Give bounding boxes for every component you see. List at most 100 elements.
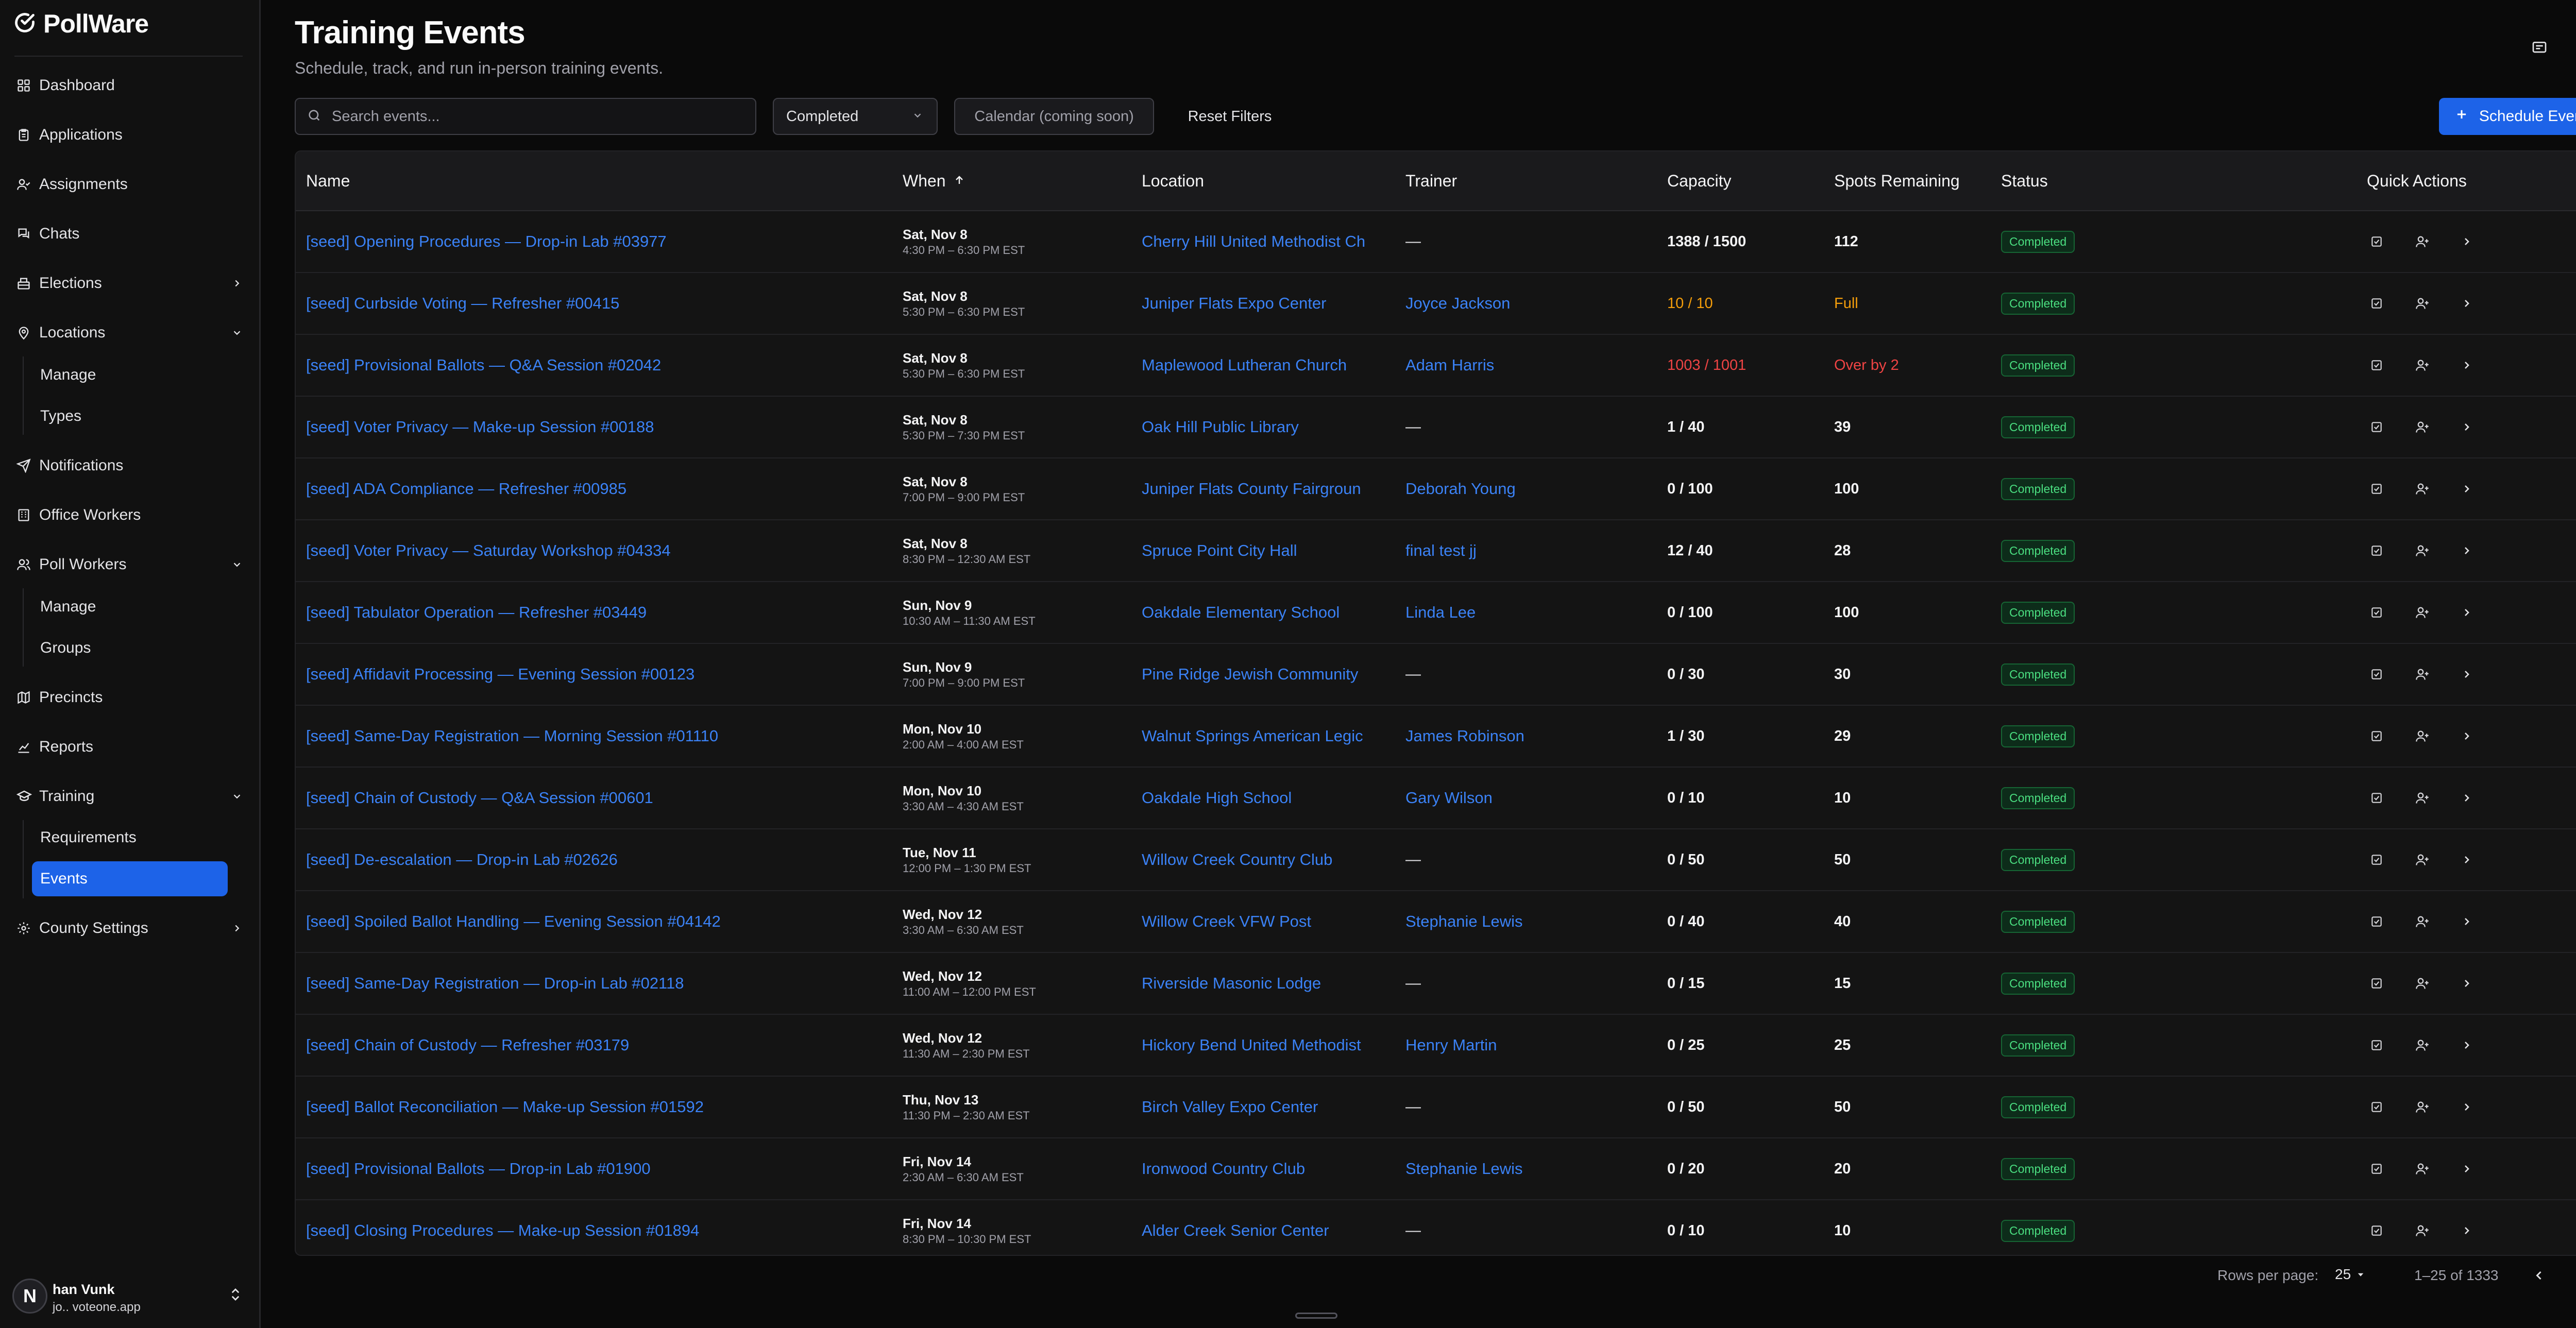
column-header-spots-remaining[interactable]: Spots Remaining (1834, 151, 1960, 210)
chevron-right-icon[interactable] (2461, 730, 2506, 742)
column-header-trainer[interactable]: Trainer (1405, 151, 1457, 210)
event-name-link[interactable]: [seed] Closing Procedures — Make-up Sess… (306, 1221, 883, 1240)
sidebar-item-chats[interactable]: Chats (10, 216, 247, 251)
location-link[interactable]: Alder Creek Senior Center (1142, 1221, 1384, 1240)
location-link[interactable]: Oak Hill Public Library (1142, 418, 1384, 436)
trainer-link[interactable]: Stephanie Lewis (1405, 1160, 1648, 1178)
event-name-link[interactable]: [seed] Chain of Custody — Q&A Session #0… (306, 789, 883, 807)
mark-attendance-icon[interactable] (2370, 853, 2415, 866)
location-link[interactable]: Walnut Springs American Legic (1142, 727, 1384, 745)
mark-attendance-icon[interactable] (2370, 729, 2415, 743)
chevron-right-icon[interactable] (2461, 792, 2506, 804)
mark-attendance-icon[interactable] (2370, 544, 2415, 557)
chevron-right-icon[interactable] (2461, 235, 2506, 248)
add-attendee-icon[interactable] (2415, 420, 2461, 434)
moon-icon[interactable] (2572, 35, 2576, 61)
sidebar-item-training[interactable]: Training (10, 779, 247, 814)
mark-attendance-icon[interactable] (2370, 977, 2415, 990)
table-row[interactable]: [seed] Curbside Voting — Refresher #0041… (296, 273, 2576, 335)
table-row[interactable]: [seed] Provisional Ballots — Drop-in Lab… (296, 1138, 2576, 1200)
add-attendee-icon[interactable] (2415, 1038, 2461, 1052)
table-row[interactable]: [seed] ADA Compliance — Refresher #00985… (296, 458, 2576, 520)
mark-attendance-icon[interactable] (2370, 420, 2415, 434)
event-name-link[interactable]: [seed] Voter Privacy — Saturday Workshop… (306, 541, 883, 560)
sidebar-item-locations[interactable]: Locations (10, 315, 247, 350)
chevron-right-icon[interactable] (2461, 1101, 2506, 1113)
location-link[interactable]: Cherry Hill United Methodist Ch (1142, 232, 1384, 251)
table-row[interactable]: [seed] Chain of Custody — Q&A Session #0… (296, 768, 2576, 829)
table-row[interactable]: [seed] Chain of Custody — Refresher #031… (296, 1015, 2576, 1077)
column-header-location[interactable]: Location (1142, 151, 1204, 210)
sidebar-item-county-settings[interactable]: County Settings (10, 911, 247, 946)
sidebar-item-office-workers[interactable]: Office Workers (10, 498, 247, 533)
event-name-link[interactable]: [seed] Affidavit Processing — Evening Se… (306, 665, 883, 684)
event-name-link[interactable]: [seed] Provisional Ballots — Drop-in Lab… (306, 1160, 883, 1178)
trainer-link[interactable]: Linda Lee (1405, 603, 1648, 622)
location-link[interactable]: Hickory Bend United Methodist (1142, 1036, 1384, 1054)
chevron-right-icon[interactable] (2461, 1163, 2506, 1175)
add-attendee-icon[interactable] (2415, 914, 2461, 929)
sidebar-item-reports[interactable]: Reports (10, 729, 247, 764)
event-name-link[interactable]: [seed] De-escalation — Drop-in Lab #0262… (306, 850, 883, 869)
next-page-button[interactable] (2567, 1263, 2576, 1290)
sidebar-subitem-locations-manage[interactable]: Manage (32, 357, 228, 393)
mark-attendance-icon[interactable] (2370, 1100, 2415, 1114)
add-attendee-icon[interactable] (2415, 543, 2461, 558)
event-name-link[interactable]: [seed] Same-Day Registration — Morning S… (306, 727, 883, 745)
event-name-link[interactable]: [seed] Opening Procedures — Drop-in Lab … (306, 232, 883, 251)
event-name-link[interactable]: [seed] Same-Day Registration — Drop-in L… (306, 974, 883, 993)
event-name-link[interactable]: [seed] Curbside Voting — Refresher #0041… (306, 294, 883, 313)
event-name-link[interactable]: [seed] Spoiled Ballot Handling — Evening… (306, 912, 883, 931)
table-row[interactable]: [seed] Voter Privacy — Make-up Session #… (296, 397, 2576, 458)
sidebar-item-poll-workers[interactable]: Poll Workers (10, 547, 247, 582)
table-row[interactable]: [seed] Tabulator Operation — Refresher #… (296, 582, 2576, 644)
mark-attendance-icon[interactable] (2370, 606, 2415, 619)
location-link[interactable]: Riverside Masonic Lodge (1142, 974, 1384, 993)
chevron-right-icon[interactable] (2461, 1039, 2506, 1051)
table-row[interactable]: [seed] Provisional Ballots — Q&A Session… (296, 335, 2576, 397)
calendar-button[interactable]: Calendar (coming soon) (954, 98, 1154, 135)
event-name-link[interactable]: [seed] Provisional Ballots — Q&A Session… (306, 356, 883, 374)
add-attendee-icon[interactable] (2415, 296, 2461, 311)
column-header-capacity[interactable]: Capacity (1667, 151, 1732, 210)
add-attendee-icon[interactable] (2415, 358, 2461, 372)
event-name-link[interactable]: [seed] ADA Compliance — Refresher #00985 (306, 480, 883, 498)
chevron-right-icon[interactable] (2461, 915, 2506, 928)
search-input[interactable] (331, 107, 755, 126)
add-attendee-icon[interactable] (2415, 482, 2461, 496)
trainer-link[interactable]: Henry Martin (1405, 1036, 1648, 1054)
table-row[interactable]: [seed] Affidavit Processing — Evening Se… (296, 644, 2576, 706)
table-row[interactable]: [seed] De-escalation — Drop-in Lab #0262… (296, 829, 2576, 891)
sidebar-subitem-locations-types[interactable]: Types (32, 399, 228, 434)
search-box[interactable] (295, 98, 756, 135)
location-link[interactable]: Maplewood Lutheran Church (1142, 356, 1384, 374)
trainer-link[interactable]: Stephanie Lewis (1405, 912, 1648, 931)
chevron-right-icon[interactable] (2461, 606, 2506, 619)
add-attendee-icon[interactable] (2415, 853, 2461, 867)
event-name-link[interactable]: [seed] Ballot Reconciliation — Make-up S… (306, 1098, 883, 1116)
mark-attendance-icon[interactable] (2370, 1162, 2415, 1176)
trainer-link[interactable]: final test jj (1405, 541, 1648, 560)
chevrons-up-down-icon[interactable] (228, 1287, 243, 1305)
location-link[interactable]: Oakdale Elementary School (1142, 603, 1384, 622)
sidebar-item-notifications[interactable]: Notifications (10, 448, 247, 483)
table-row[interactable]: [seed] Voter Privacy — Saturday Workshop… (296, 520, 2576, 582)
trainer-link[interactable]: Gary Wilson (1405, 789, 1648, 807)
table-row[interactable]: [seed] Same-Day Registration — Drop-in L… (296, 953, 2576, 1015)
add-attendee-icon[interactable] (2415, 667, 2461, 682)
column-header-status[interactable]: Status (2001, 151, 2048, 210)
sidebar-item-assignments[interactable]: Assignments (10, 167, 247, 202)
location-link[interactable]: Spruce Point City Hall (1142, 541, 1384, 560)
chevron-right-icon[interactable] (2461, 977, 2506, 990)
event-name-link[interactable]: [seed] Tabulator Operation — Refresher #… (306, 603, 883, 622)
sidebar-item-dashboard[interactable]: Dashboard (10, 68, 247, 103)
location-link[interactable]: Willow Creek Country Club (1142, 850, 1384, 869)
chevron-right-icon[interactable] (2461, 1224, 2506, 1237)
sidebar-subitem-poll-workers-manage[interactable]: Manage (32, 589, 228, 624)
mark-attendance-icon[interactable] (2370, 915, 2415, 928)
table-row[interactable]: [seed] Closing Procedures — Make-up Sess… (296, 1200, 2576, 1255)
sidebar-item-elections[interactable]: Elections (10, 266, 247, 301)
rows-per-page-select[interactable]: 25 (2335, 1266, 2365, 1283)
reset-filters-button[interactable]: Reset Filters (1171, 98, 1289, 135)
chevron-right-icon[interactable] (2461, 544, 2506, 557)
